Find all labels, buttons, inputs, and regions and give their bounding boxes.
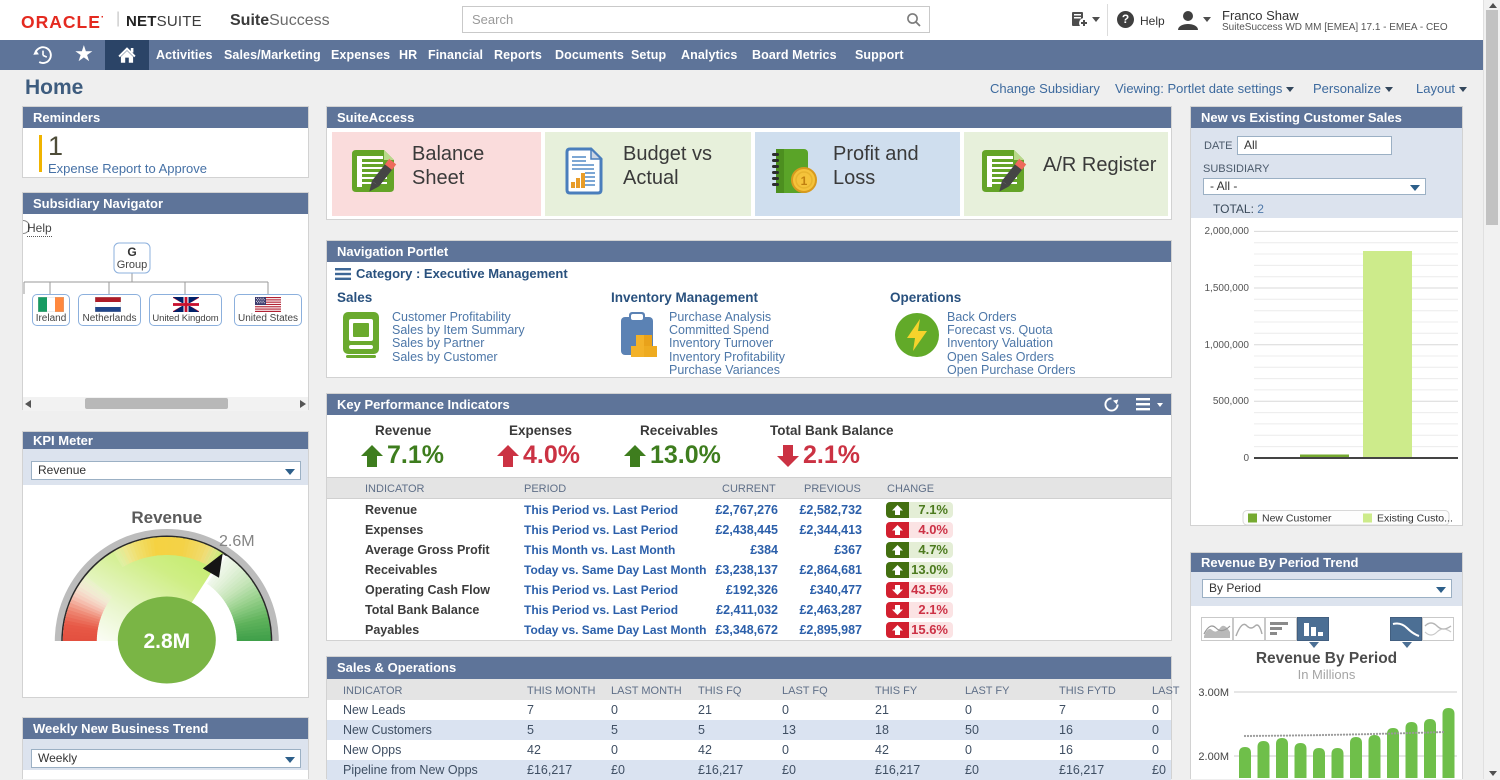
svg-text:2.6M: 2.6M — [219, 533, 255, 550]
svg-text:0: 0 — [1243, 453, 1249, 464]
svg-text:G: G — [127, 245, 136, 259]
svg-text:Existing Custo...: Existing Custo... — [1377, 513, 1453, 525]
svg-text:1: 1 — [801, 174, 808, 188]
svg-text:Revenue: Revenue — [131, 508, 202, 527]
svg-text:2,000,000: 2,000,000 — [1205, 226, 1250, 237]
svg-text:2.8M: 2.8M — [143, 630, 190, 653]
svg-text:2.00M: 2.00M — [1198, 751, 1229, 763]
svg-text:1,000,000: 1,000,000 — [1205, 340, 1250, 351]
svg-text:3.00M: 3.00M — [1198, 687, 1229, 699]
svg-text:Group: Group — [117, 259, 148, 271]
svg-text:1,500,000: 1,500,000 — [1205, 283, 1250, 294]
svg-text:New Customer: New Customer — [1262, 513, 1332, 525]
svg-text:500,000: 500,000 — [1213, 396, 1250, 407]
